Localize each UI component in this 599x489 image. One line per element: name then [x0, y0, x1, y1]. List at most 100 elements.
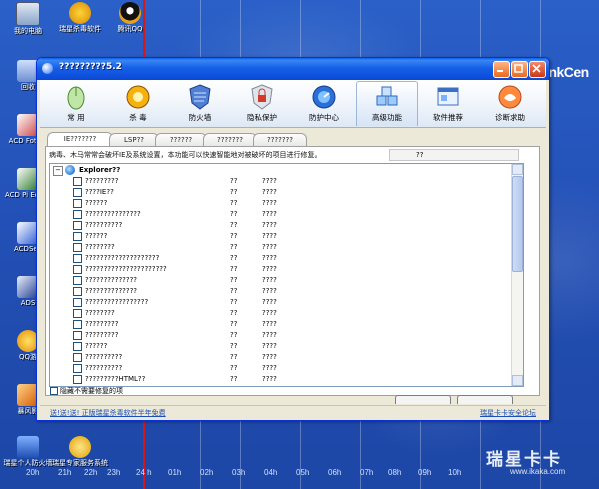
close-button[interactable] [529, 61, 546, 78]
toolbar-firewall[interactable]: 防火墙 [170, 82, 230, 126]
item-status: ???? [262, 254, 277, 262]
toolbar-privacy[interactable]: 隐私保护 [232, 82, 292, 126]
item-name: ????IE?? [85, 188, 114, 196]
item-checkbox[interactable] [73, 243, 82, 252]
firewall-icon [188, 84, 212, 110]
item-checkbox[interactable] [73, 375, 82, 384]
scroll-thumb[interactable] [512, 176, 523, 272]
item-name: ?????????????? [85, 276, 138, 284]
toolbar-software[interactable]: 软件推荐 [418, 82, 478, 126]
status-field: ?? [389, 149, 519, 161]
item-status: ???? [262, 232, 277, 240]
list-item[interactable]: ????IE???????? [50, 187, 510, 198]
item-checkbox[interactable] [73, 309, 82, 318]
lion-shield-icon [126, 84, 150, 110]
item-checkbox[interactable] [73, 287, 82, 296]
item-status: ???? [262, 364, 277, 372]
list-item[interactable]: ???????????????????? [50, 286, 510, 297]
list-item[interactable]: ??????????????????????? [50, 297, 510, 308]
list-item[interactable]: ????????????????????? [50, 209, 510, 220]
item-status: ???? [262, 353, 277, 361]
list-item[interactable]: ???????????? [50, 341, 510, 352]
scan-button[interactable] [395, 395, 451, 404]
toolbar-protection-center[interactable]: 防护中心 [294, 82, 354, 126]
collapse-toggle[interactable]: − [53, 166, 63, 176]
list-item[interactable]: ?????????????????????????? [50, 253, 510, 264]
list-item[interactable]: ???????????? [50, 231, 510, 242]
list-item[interactable]: ???????????????? [50, 363, 510, 374]
item-status: ???? [262, 375, 277, 383]
item-risk: ?? [230, 298, 238, 306]
minimize-button[interactable] [493, 61, 510, 78]
toolbar-advanced[interactable]: 高级功能 [356, 81, 418, 126]
item-checkbox[interactable] [73, 265, 82, 274]
list-item[interactable]: ??????????????? [50, 319, 510, 330]
toolbar-antivirus[interactable]: 杀 毒 [108, 82, 168, 126]
list-item[interactable]: ???????????????? [50, 220, 510, 231]
list-item[interactable]: ???????????????????? [50, 275, 510, 286]
item-checkbox[interactable] [73, 331, 82, 340]
item-risk: ?? [230, 221, 238, 229]
promo-link[interactable]: 送!送!送! 正版瑞星杀毒软件半年免费 [50, 406, 166, 420]
item-checkbox[interactable] [73, 199, 82, 208]
repair-button[interactable] [457, 395, 513, 404]
list-item[interactable]: ?????????HTML???????? [50, 374, 510, 385]
scroll-up-arrow-icon[interactable] [512, 164, 523, 175]
list-item[interactable]: ?????????????? [50, 242, 510, 253]
item-risk: ?? [230, 188, 238, 196]
title-bar[interactable]: ?????????5.2 [37, 58, 549, 80]
list-item[interactable]: ???????????? [50, 198, 510, 209]
item-risk: ?? [230, 243, 238, 251]
item-checkbox[interactable] [73, 276, 82, 285]
item-checkbox[interactable] [73, 298, 82, 307]
item-risk: ?? [230, 199, 238, 207]
item-name: ????????????????? [85, 298, 149, 306]
tab-lsp[interactable]: LSP?? [109, 133, 159, 147]
item-name: ??????????????? [85, 210, 141, 218]
item-checkbox[interactable] [73, 210, 82, 219]
timeline-label: 10h [448, 468, 462, 477]
item-name: ?????????? [85, 221, 123, 229]
tab-5[interactable]: ??????? [253, 133, 307, 147]
item-checkbox[interactable] [73, 232, 82, 241]
tab-3[interactable]: ?????? [155, 133, 207, 147]
item-risk: ?? [230, 331, 238, 339]
item-checkbox[interactable] [73, 254, 82, 263]
list-item[interactable]: ???????????????? [50, 352, 510, 363]
item-checkbox[interactable] [73, 320, 82, 329]
item-checkbox[interactable] [73, 342, 82, 351]
desktop-icon-qq[interactable]: 腾讯QQ [102, 2, 158, 34]
item-status: ???? [262, 298, 277, 306]
item-name: ?????????????? [85, 287, 138, 295]
desktop-icon-rising-antivirus[interactable]: 瑞星杀毒软件 [52, 2, 108, 34]
item-checkbox[interactable] [73, 221, 82, 230]
timeline-label: 21h [58, 468, 72, 477]
forum-link[interactable]: 瑞星卡卡安全论坛 [480, 406, 536, 420]
desktop-icon-rising-expert[interactable]: 瑞星专家服务系统 [52, 436, 108, 468]
item-risk: ?? [230, 254, 238, 262]
scroll-down-arrow-icon[interactable] [512, 375, 523, 386]
tab-4[interactable]: ??????? [203, 133, 257, 147]
toolbar-common[interactable]: 常 用 [46, 82, 106, 126]
desktop-icon-rising-firewall[interactable]: 瑞星个人防火墙 [0, 436, 56, 468]
item-checkbox[interactable] [73, 177, 82, 186]
toolbar-help[interactable]: 诊断求助 [480, 82, 540, 126]
ie-icon [65, 165, 75, 175]
timeline-label: 04h [264, 468, 278, 477]
item-checkbox[interactable] [73, 364, 82, 373]
toolbar-label: 杀 毒 [129, 113, 147, 122]
timeline-label: 07h [360, 468, 374, 477]
list-item[interactable]: ??????????????? [50, 330, 510, 341]
hide-unneeded-checkbox[interactable] [50, 387, 58, 395]
desktop-icon-my-computer[interactable]: 我的电脑 [0, 2, 56, 36]
item-status: ???? [262, 188, 277, 196]
list-scrollbar[interactable] [511, 164, 523, 386]
item-checkbox[interactable] [73, 188, 82, 197]
list-item[interactable]: ?????????????? [50, 308, 510, 319]
main-toolbar: 常 用 杀 毒 防火墙 隐私保护 防护中心 高级功能 软件推荐 诊断求助 [40, 80, 546, 128]
toolbar-label: 诊断求助 [495, 113, 525, 122]
list-item[interactable]: ??????????????? [50, 176, 510, 187]
maximize-button[interactable] [511, 61, 528, 78]
item-checkbox[interactable] [73, 353, 82, 362]
list-item[interactable]: ???????????????????????????? [50, 264, 510, 275]
